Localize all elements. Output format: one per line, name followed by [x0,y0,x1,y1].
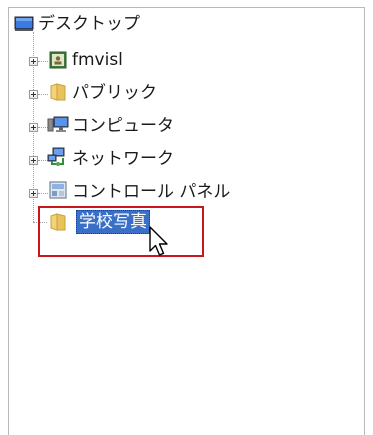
annotation-highlight-box [38,206,204,257]
tree-item-label: コンピュータ [72,116,174,136]
tree-item-label: パブリック [72,83,157,103]
expand-toggle[interactable] [29,189,38,198]
user-folder-icon [49,51,67,69]
expand-toggle[interactable] [29,156,38,165]
expand-toggle[interactable] [29,90,38,99]
folder-icon [50,83,66,101]
tree-item-label: コントロール パネル [72,182,231,202]
expand-toggle[interactable] [29,123,38,132]
network-icon [47,147,65,166]
tree-item-label: デスクトップ [38,14,140,34]
tree-item-label: fmvisl [72,50,123,70]
expand-toggle[interactable] [29,57,38,66]
mouse-pointer-icon [149,226,168,256]
tree-connector-line [38,61,48,63]
computer-icon [47,116,69,132]
tree-item-label: ネットワーク [72,149,174,169]
desktop-icon [14,16,34,31]
control-panel-icon [49,181,67,199]
tree-connector-line [38,94,48,96]
tree-connector-line [38,193,48,195]
